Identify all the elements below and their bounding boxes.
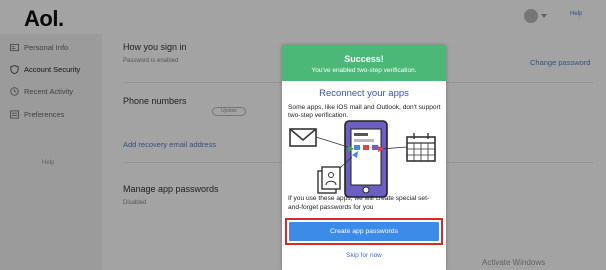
success-title: Success! — [344, 54, 384, 64]
create-app-passwords-button[interactable]: Create app passwords — [289, 222, 439, 241]
reconnect-description: Some apps, like iOS mail and Outlook, do… — [288, 104, 441, 120]
reconnect-heading: Reconnect your apps — [319, 88, 409, 99]
apps-illustration — [289, 120, 436, 198]
skip-for-now-link[interactable]: Skip for now — [282, 252, 446, 259]
success-modal: Success! You've enabled two-step verific… — [282, 45, 446, 270]
calendar-icon — [406, 133, 436, 162]
mail-icon — [289, 128, 317, 147]
phone-icon — [344, 120, 388, 198]
app-passwords-explanation: If you use these apps, we will create sp… — [288, 195, 430, 211]
contacts-icon — [317, 166, 341, 194]
success-banner: Success! You've enabled two-step verific… — [282, 45, 446, 81]
success-subtitle: You've enabled two-step verification. — [311, 67, 417, 74]
